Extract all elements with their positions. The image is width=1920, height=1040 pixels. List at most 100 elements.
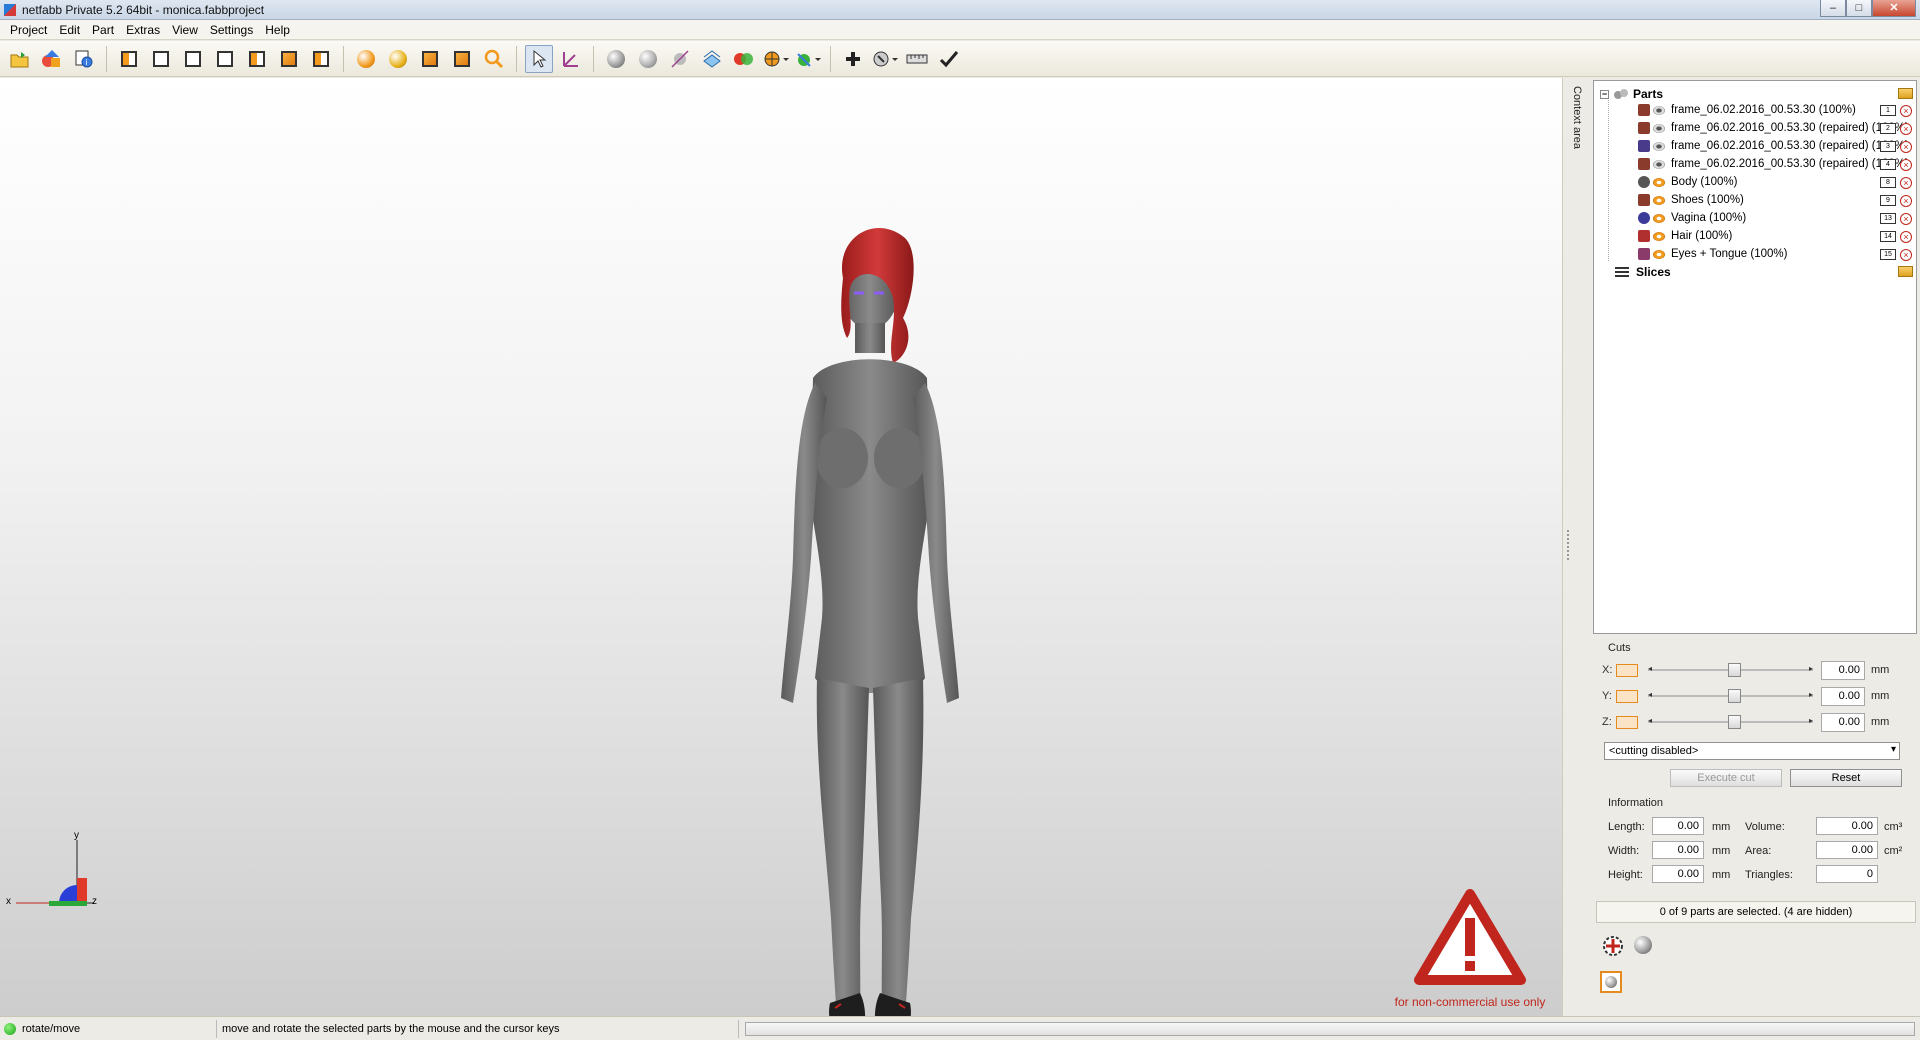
perspective-icon[interactable] <box>602 45 630 73</box>
toggle-render-icon[interactable] <box>1600 971 1622 993</box>
visibility-eye-icon[interactable] <box>1653 159 1665 169</box>
view-bottom-icon[interactable] <box>275 45 303 73</box>
slices-stack-icon <box>1615 267 1629 277</box>
visibility-eye-icon[interactable] <box>1653 231 1665 241</box>
tree-item-part[interactable]: Hair (100%) <box>1638 227 1732 245</box>
color-icon[interactable] <box>730 45 758 73</box>
reset-button[interactable]: Reset <box>1790 769 1902 787</box>
axis-quadrant-green <box>49 901 87 906</box>
tree-item-part[interactable]: Shoes (100%) <box>1638 191 1744 209</box>
zoom-selection-icon[interactable] <box>352 45 380 73</box>
axis-quadrant-red <box>77 878 87 903</box>
part-mesh-icon <box>1638 230 1650 242</box>
view-options-icon[interactable] <box>794 45 822 73</box>
part-number-badge: 14 <box>1880 231 1896 242</box>
add-part-icon[interactable] <box>38 45 66 73</box>
visibility-eye-icon[interactable] <box>1653 141 1665 151</box>
cut-y-input[interactable] <box>1821 686 1865 706</box>
select-pointer-icon[interactable] <box>525 44 553 73</box>
status-bar: rotate/move move and rotate the selected… <box>0 1016 1920 1040</box>
remove-part-icon[interactable]: × <box>1900 213 1912 225</box>
triangles-value <box>1816 865 1878 883</box>
visibility-eye-icon[interactable] <box>1653 249 1665 259</box>
cut-color-swatch[interactable] <box>1616 663 1638 677</box>
tree-item-part[interactable]: frame_06.02.2016_00.53.30 (repaired) (10… <box>1638 119 1909 137</box>
remove-part-icon[interactable]: × <box>1900 231 1912 243</box>
cut-row-x: X: ◂▸ mm <box>1602 660 1889 680</box>
cut-mode-select[interactable]: <cutting disabled> ▾ <box>1604 742 1900 760</box>
repair-icon[interactable] <box>871 45 899 73</box>
parts-tree[interactable]: − Parts frame_06.02.2016_00.53.30 (100%)… <box>1593 80 1917 634</box>
visibility-eye-icon[interactable] <box>1653 105 1665 115</box>
menu-settings[interactable]: Settings <box>204 23 259 37</box>
ruler-icon[interactable] <box>903 45 931 73</box>
remove-part-icon[interactable]: × <box>1900 195 1912 207</box>
cut-x-slider[interactable]: ◂ ▸ <box>1648 662 1813 678</box>
view-back-icon[interactable] <box>147 45 175 73</box>
menu-extras[interactable]: Extras <box>120 23 166 37</box>
3d-viewport[interactable]: y x z for non-commercial use only <box>0 78 1562 1016</box>
splitter-grip[interactable] <box>1567 530 1569 560</box>
zoom-fit-icon[interactable] <box>448 45 476 73</box>
add-icon[interactable] <box>839 45 867 73</box>
menu-project[interactable]: Project <box>4 23 53 37</box>
zoom-window-icon[interactable] <box>416 45 444 73</box>
measure-icon[interactable] <box>666 45 694 73</box>
tree-item-part[interactable]: frame_06.02.2016_00.53.30 (100%) <box>1638 101 1856 119</box>
view-front-icon[interactable] <box>115 45 143 73</box>
open-folder-icon[interactable] <box>1898 266 1913 277</box>
tree-item-part[interactable]: frame_06.02.2016_00.53.30 (repaired) (10… <box>1638 155 1909 173</box>
menu-edit[interactable]: Edit <box>53 23 86 37</box>
magnifier-icon[interactable] <box>480 45 508 73</box>
view-top-icon[interactable] <box>243 45 271 73</box>
remove-part-icon[interactable]: × <box>1900 177 1912 189</box>
selection-status: 0 of 9 parts are selected. (4 are hidden… <box>1596 901 1916 923</box>
close-button[interactable]: ✕ <box>1872 0 1916 17</box>
zoom-all-icon[interactable] <box>384 45 412 73</box>
tree-item-part[interactable]: Eyes + Tongue (100%) <box>1638 245 1787 263</box>
execute-cut-button[interactable]: Execute cut <box>1670 769 1782 787</box>
slices-icon[interactable] <box>698 45 726 73</box>
visibility-eye-icon[interactable] <box>1653 177 1665 187</box>
open-project-icon[interactable] <box>6 45 34 73</box>
menu-view[interactable]: View <box>166 23 204 37</box>
part-info-icon[interactable]: i <box>70 45 98 73</box>
minimize-button[interactable]: – <box>1820 0 1846 17</box>
visibility-eye-icon[interactable] <box>1653 195 1665 205</box>
remove-part-icon[interactable]: × <box>1900 123 1912 135</box>
cut-color-swatch[interactable] <box>1616 689 1638 703</box>
cut-z-input[interactable] <box>1821 712 1865 732</box>
tree-node-slices[interactable]: Slices <box>1614 263 1671 281</box>
status-hint: move and rotate the selected parts by th… <box>222 1022 560 1035</box>
remove-part-icon[interactable]: × <box>1900 159 1912 171</box>
visibility-eye-icon[interactable] <box>1653 123 1665 133</box>
body-model[interactable] <box>735 158 965 1016</box>
remove-part-icon[interactable]: × <box>1900 105 1912 117</box>
cut-x-input[interactable] <box>1821 660 1865 680</box>
maximize-button[interactable]: □ <box>1846 0 1872 17</box>
cut-z-slider[interactable]: ◂ ▸ <box>1648 714 1813 730</box>
view-right-icon[interactable] <box>211 45 239 73</box>
menu-help[interactable]: Help <box>259 23 296 37</box>
menu-part[interactable]: Part <box>86 23 120 37</box>
tree-item-part[interactable]: frame_06.02.2016_00.53.30 (repaired) (10… <box>1638 137 1909 155</box>
axis-z-label: z <box>92 896 97 907</box>
remove-part-icon[interactable]: × <box>1900 249 1912 261</box>
visibility-eye-icon[interactable] <box>1653 213 1665 223</box>
view-left-icon[interactable] <box>179 45 207 73</box>
shading-icon[interactable] <box>634 45 662 73</box>
crosshair-gear-icon[interactable] <box>1600 933 1626 959</box>
tree-item-part[interactable]: Body (100%) <box>1638 173 1737 191</box>
transparency-icon[interactable] <box>762 45 790 73</box>
tree-item-part[interactable]: Vagina (100%) <box>1638 209 1746 227</box>
collapse-toggle[interactable]: − <box>1600 89 1609 99</box>
cut-color-swatch[interactable] <box>1616 715 1638 729</box>
view-iso-icon[interactable] <box>307 45 335 73</box>
remove-part-icon[interactable]: × <box>1900 141 1912 153</box>
part-number-badge: 3 <box>1880 141 1896 152</box>
pan-rotate-icon[interactable] <box>557 45 585 73</box>
open-folder-icon[interactable] <box>1898 88 1913 99</box>
sphere-view-icon[interactable] <box>1634 936 1652 954</box>
cut-y-slider[interactable]: ◂ ▸ <box>1648 688 1813 704</box>
apply-checkmark-icon[interactable] <box>935 45 963 73</box>
